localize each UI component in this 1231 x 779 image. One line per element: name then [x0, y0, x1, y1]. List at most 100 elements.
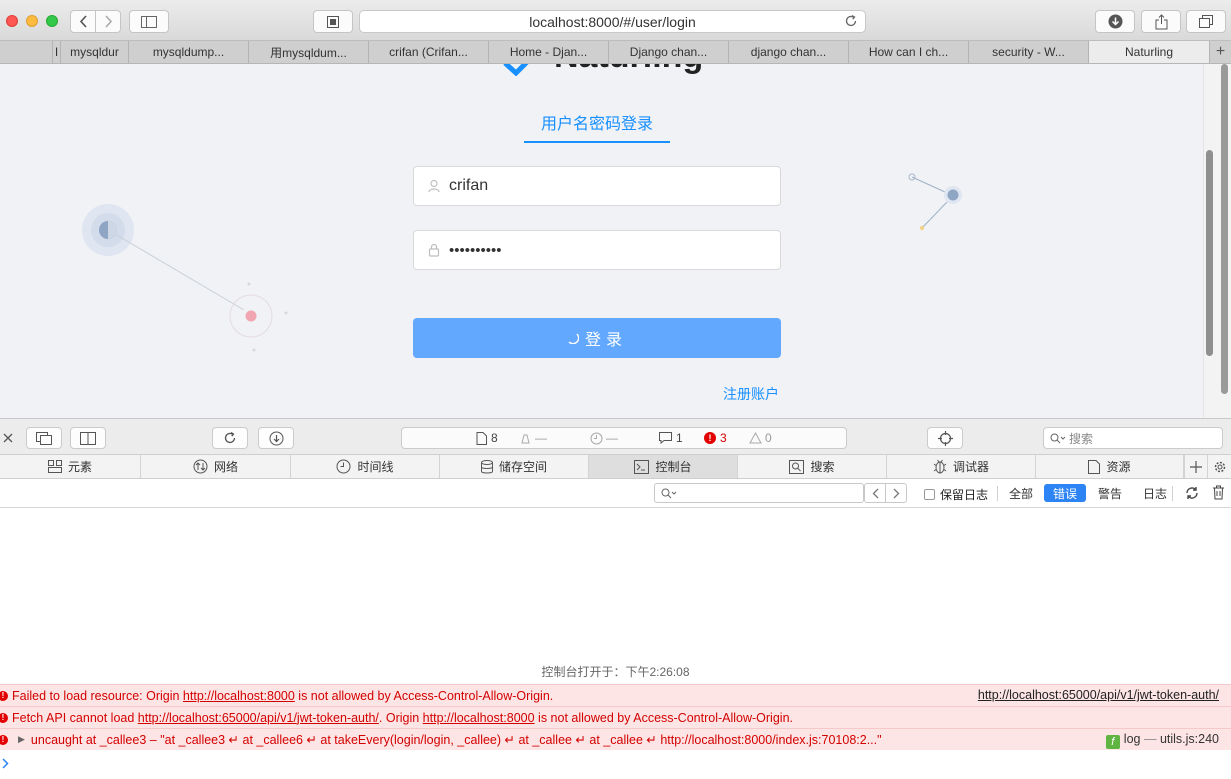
show-tabs-button[interactable] [1186, 10, 1226, 33]
browser-tab[interactable]: I [52, 41, 60, 63]
share-button[interactable] [1141, 10, 1181, 33]
reader-button[interactable] [313, 10, 353, 33]
error-source-location[interactable]: f log — utils.js:240 [1099, 732, 1219, 749]
console-filter-input[interactable] [654, 483, 864, 503]
browser-tab-active[interactable]: Naturling [1088, 41, 1209, 63]
error-icon: ! [0, 690, 8, 701]
load-time: — [590, 431, 618, 445]
brand-logo [503, 64, 531, 79]
filter-all[interactable]: 全部 [1003, 484, 1039, 502]
browser-tab[interactable]: Home - Djan... [488, 41, 608, 63]
devtools-tab-bar: 元素 网络 时间线 储存空间 控制台 搜索 调试器 资源 [0, 455, 1231, 479]
settings-button[interactable] [1208, 455, 1231, 478]
detach-window-button[interactable] [26, 427, 62, 449]
error-icon: ! [704, 432, 716, 444]
downloads-button[interactable] [1095, 10, 1135, 33]
reload-page-button[interactable] [212, 427, 248, 449]
network-weight: — [520, 431, 547, 445]
register-link[interactable]: 注册账户 [723, 384, 779, 404]
element-selection-button[interactable] [927, 427, 963, 449]
tab-storage[interactable]: 储存空间 [440, 455, 589, 478]
console-opened-timestamp: 控制台打开于：下午2:26:08 [541, 665, 690, 679]
back-button[interactable] [70, 10, 96, 33]
password-input[interactable]: •••••••••• [413, 230, 781, 270]
login-page: Naturling 用户名密码登录 crifan •••••••••• 登录 注… [0, 64, 1203, 418]
new-tab-button[interactable]: + [1209, 41, 1231, 63]
download-archive-button[interactable] [258, 427, 294, 449]
close-window-button[interactable] [6, 15, 18, 27]
browser-tab[interactable]: 用mysqldum... [248, 41, 368, 63]
resources-count[interactable]: 8 [476, 431, 498, 445]
browser-tab[interactable]: security - W... [968, 41, 1088, 63]
share-icon [1155, 13, 1167, 29]
lock-icon [427, 243, 441, 257]
warnings-count[interactable]: 0 [749, 431, 772, 445]
chevron-left-icon [872, 488, 878, 498]
previous-match-button[interactable] [865, 484, 886, 502]
search-icon [1050, 433, 1066, 443]
messages-count[interactable]: 1 [659, 431, 683, 445]
filter-warnings[interactable]: 警告 [1092, 484, 1128, 502]
origin-link[interactable]: http://localhost:8000 [423, 711, 535, 725]
minimize-window-button[interactable] [26, 15, 38, 27]
trash-icon [1213, 485, 1224, 500]
browser-tab[interactable]: django chan... [728, 41, 848, 63]
address-bar[interactable]: localhost:8000/#/user/login [359, 10, 866, 33]
clear-console-button[interactable] [1212, 485, 1225, 503]
forward-button[interactable] [95, 10, 121, 33]
tab-timelines[interactable]: 时间线 [291, 455, 440, 478]
reload-icon [224, 431, 236, 444]
errors-count[interactable]: ! 3 [704, 431, 727, 445]
disclosure-triangle-icon[interactable]: ▶ [18, 734, 25, 745]
sidebar-toggle-button[interactable] [129, 10, 169, 33]
add-tab-button[interactable] [1184, 455, 1208, 478]
browser-tab[interactable]: mysqldur [60, 41, 128, 63]
tab-debugger[interactable]: 调试器 [887, 455, 1036, 478]
console-error-row[interactable]: ! ▶ uncaught at _callee3 – "at _callee3 … [0, 728, 1231, 750]
tab-username-password-login[interactable]: 用户名密码登录 [524, 110, 670, 143]
reload-icon[interactable] [844, 14, 858, 31]
api-url-link[interactable]: http://localhost:65000/api/v1/jwt-token-… [138, 711, 379, 725]
console-prompt[interactable] [2, 758, 9, 772]
browser-tab[interactable]: How can I ch... [848, 41, 968, 63]
source-link[interactable]: http://localhost:65000/api/v1/jwt-token-… [978, 688, 1219, 702]
tab-resources[interactable]: 资源 [1036, 455, 1184, 478]
login-button[interactable]: 登录 [413, 318, 781, 358]
preserve-log-checkbox[interactable]: 保留日志 [924, 486, 988, 503]
detach-icon [36, 431, 52, 445]
filter-errors[interactable]: 错误 [1044, 484, 1086, 502]
zoom-window-button[interactable] [46, 15, 58, 27]
clear-on-reload-button[interactable] [1184, 485, 1200, 504]
checkbox-box[interactable] [924, 489, 935, 500]
console-error-row[interactable]: ! Fetch API cannot load http://localhost… [0, 706, 1231, 728]
chevron-left-icon [79, 15, 87, 28]
dock-side-button[interactable] [70, 427, 106, 449]
debugger-icon [933, 459, 947, 474]
close-devtools-icon[interactable] [3, 431, 13, 446]
page-scrollbar-thumb[interactable] [1206, 150, 1213, 356]
browser-tab[interactable]: mysqldump... [128, 41, 248, 63]
warning-icon [749, 432, 762, 444]
tab-console[interactable]: 控制台 [589, 455, 738, 478]
tabs-overview-icon [1199, 15, 1213, 28]
window-scrollbar-thumb[interactable] [1221, 64, 1228, 394]
devtools-status-bar: 8 — — 1 ! 3 0 [401, 427, 847, 449]
chevron-right-icon [2, 758, 9, 769]
origin-link[interactable]: http://localhost:8000 [183, 689, 295, 703]
password-value: •••••••••• [449, 241, 502, 259]
filter-nav-arrows [864, 483, 907, 503]
tab-network[interactable]: 网络 [141, 455, 291, 478]
browser-tab[interactable]: crifan (Crifan... [368, 41, 488, 63]
tab-elements[interactable]: 元素 [0, 455, 141, 478]
next-match-button[interactable] [886, 484, 906, 502]
browser-tab[interactable]: Django chan... [608, 41, 728, 63]
filter-logs[interactable]: 日志 [1137, 484, 1173, 502]
error-icon: ! [0, 734, 8, 745]
console-error-row[interactable]: ! Failed to load resource: Origin http:/… [0, 684, 1231, 706]
username-input[interactable]: crifan [413, 166, 781, 206]
login-button-label: 登录 [584, 332, 627, 349]
devtools-search-input[interactable]: 搜索 [1043, 427, 1223, 449]
url-text: localhost:8000/#/user/login [529, 13, 696, 30]
plus-icon [1190, 460, 1202, 473]
tab-search[interactable]: 搜索 [738, 455, 887, 478]
